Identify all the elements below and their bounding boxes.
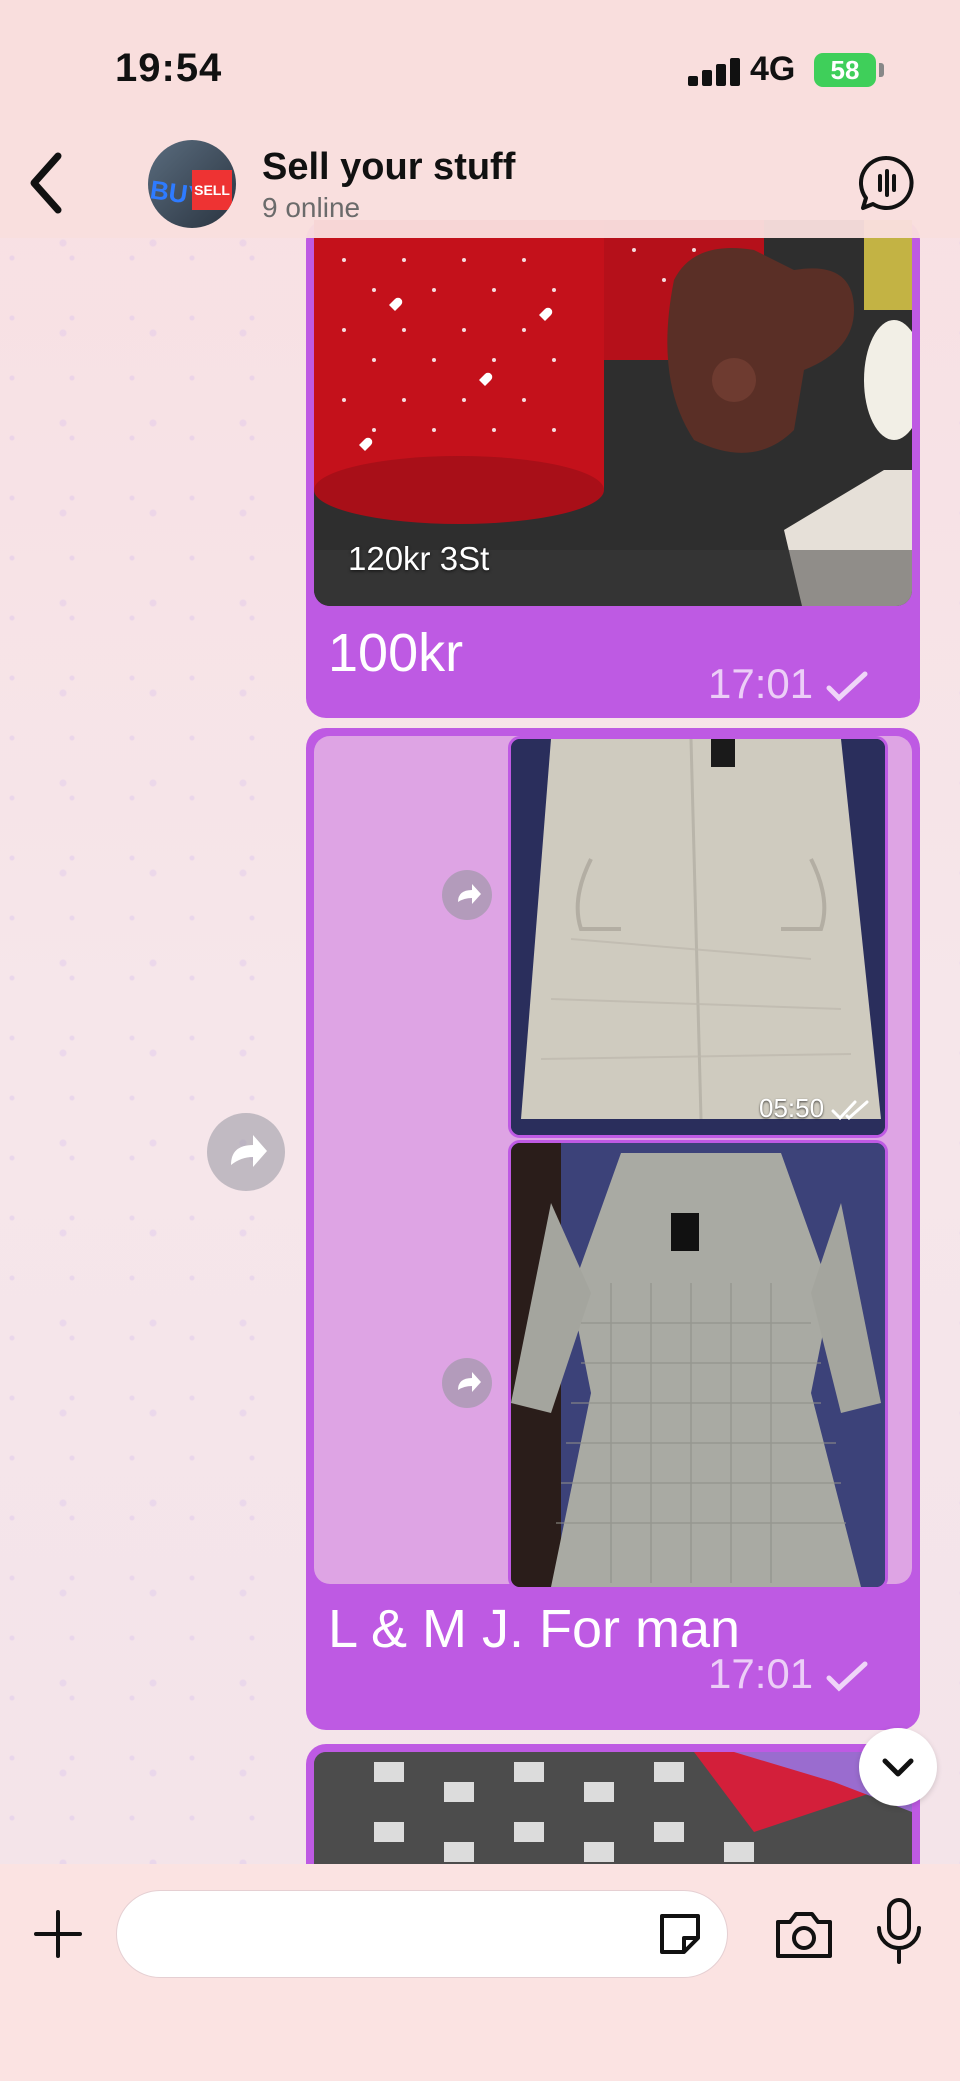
checkmark-icon [826, 1661, 868, 1692]
sticker-button[interactable] [652, 1906, 708, 1962]
voice-message-button[interactable] [872, 1896, 926, 1968]
message-bubble[interactable]: 120kr 3St 100kr 17:01 [306, 220, 920, 718]
voice-chat-button[interactable] [856, 152, 918, 214]
signal-icon [688, 56, 744, 86]
message-caption: 100kr [328, 623, 464, 683]
chevron-down-icon [882, 1758, 914, 1777]
scroll-to-bottom-button[interactable] [859, 1728, 937, 1806]
double-check-icon [831, 1100, 869, 1121]
chat-title[interactable]: Sell your stuff [262, 146, 515, 189]
microphone-icon [877, 1898, 921, 1964]
photo-time: 05:50 [759, 1093, 871, 1124]
album-photo-1[interactable]: 05:50 [508, 736, 888, 1138]
forward-icon[interactable] [442, 1358, 492, 1408]
message-bubble-album[interactable]: 05:50 L & M J. For man 17:01 [306, 728, 920, 1730]
forward-icon[interactable] [207, 1113, 285, 1191]
message-time-text: 17:01 [708, 1650, 814, 1697]
garment-photo-2 [511, 1143, 885, 1587]
avatar-text-sell: SELL [192, 170, 232, 210]
camera-button[interactable] [772, 1904, 836, 1964]
status-time: 19:54 [115, 46, 223, 90]
group-avatar[interactable]: BUY SELL [148, 140, 236, 228]
back-button[interactable] [22, 148, 72, 218]
sticker-icon [660, 1914, 700, 1954]
chat-member-status: 9 online [262, 192, 361, 223]
message-caption: L & M J. For man [328, 1599, 741, 1659]
album-photo-2[interactable] [508, 1140, 888, 1590]
checkmark-icon [826, 671, 868, 702]
call-icon [858, 155, 914, 210]
network-type: 4G [750, 50, 796, 88]
message-photo-kitchen[interactable]: 120kr 3St [314, 220, 912, 606]
plus-icon [34, 1910, 82, 1958]
battery-tip [879, 63, 884, 77]
attach-button[interactable] [30, 1906, 86, 1962]
message-input[interactable] [116, 1890, 728, 1978]
back-icon [30, 152, 62, 214]
battery-icon: 58 [814, 53, 876, 87]
message-time: 17:01 [708, 1650, 869, 1698]
forward-icon[interactable] [442, 870, 492, 920]
message-time-text: 17:01 [708, 660, 814, 707]
status-bar: 19:54 4G 58 [0, 0, 960, 140]
message-time: 17:01 [708, 660, 869, 708]
photo-price-label: 120kr 3St [348, 540, 490, 577]
photo-time-text: 05:50 [759, 1093, 825, 1123]
message-bubble[interactable] [306, 1744, 920, 1884]
camera-icon [776, 1912, 832, 1958]
garment-photo-1 [511, 739, 885, 1135]
